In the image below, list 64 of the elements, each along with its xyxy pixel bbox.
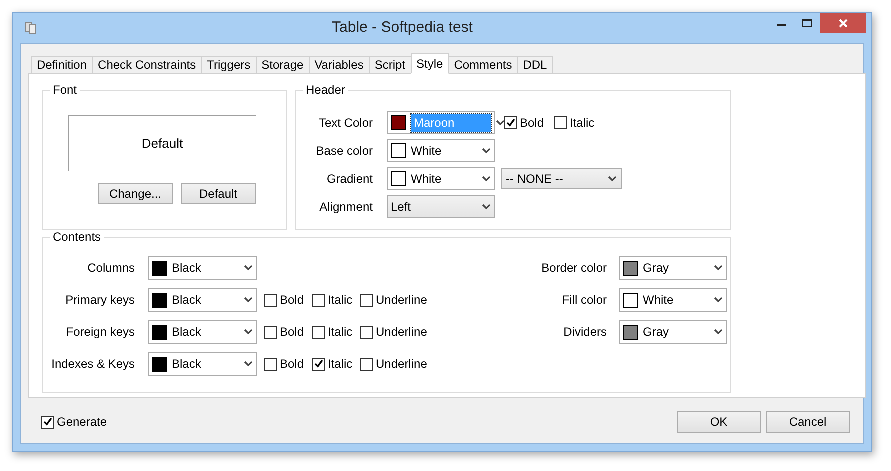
chevron-icon (482, 204, 491, 210)
field-label: Base color (315, 142, 373, 160)
field-label: Gradient (326, 170, 373, 188)
dropdown[interactable]: -- NONE -- (501, 168, 622, 189)
field-label: Indexes & Keys (50, 356, 135, 373)
color-dropdown[interactable]: Black (148, 256, 257, 280)
checkbox[interactable]: Italic (554, 114, 594, 132)
tab[interactable]: Script (368, 56, 412, 74)
color-dropdown[interactable]: White (387, 167, 495, 190)
tab[interactable]: Storage (256, 56, 310, 74)
color-dropdown[interactable]: Gray (619, 256, 727, 280)
color-dropdown[interactable]: White (619, 288, 727, 312)
group-title: Contents (50, 230, 104, 244)
field-label: Foreign keys (65, 324, 135, 341)
field-label: Columns (86, 260, 135, 277)
field-label: Border color (540, 260, 607, 277)
chevron-icon (608, 176, 617, 182)
window-title: Table - Softpedia test (331, 18, 474, 38)
checkbox[interactable]: Bold (264, 323, 308, 341)
color-dropdown[interactable]: Black (148, 352, 257, 376)
checkmark-icon (42, 417, 52, 427)
app-icon (25, 22, 37, 34)
chevron-icon (714, 329, 723, 335)
checkmark-icon (314, 359, 324, 369)
field-label: Fill color (561, 292, 607, 309)
chevron-icon (244, 329, 253, 335)
checkbox[interactable]: Bold (504, 114, 544, 132)
tab[interactable]: Triggers (201, 56, 257, 74)
checkmark-icon (506, 118, 516, 128)
checkbox[interactable]: Italic (312, 291, 356, 309)
tab[interactable]: Definition (31, 56, 94, 74)
checkbox[interactable]: Bold (264, 355, 308, 373)
color-dropdown[interactable]: Black (148, 288, 257, 312)
color-dropdown[interactable]: Black (148, 320, 257, 344)
push-button[interactable]: OK (677, 411, 761, 433)
close-icon (838, 18, 848, 28)
push-button[interactable]: Cancel (766, 411, 850, 433)
checkbox[interactable]: Italic (312, 355, 356, 373)
field-label: Alignment (318, 198, 373, 216)
chevron-icon (714, 297, 723, 303)
push-button[interactable]: Change... (98, 183, 173, 204)
checkbox[interactable]: Italic (312, 323, 356, 341)
field-label: Primary keys (64, 292, 135, 309)
group-title: Font (50, 83, 80, 97)
chevron-icon (482, 176, 491, 182)
chevron-icon (496, 120, 505, 126)
group-title: Header (303, 83, 348, 97)
tab[interactable]: Style (410, 53, 450, 74)
chevron-icon (244, 265, 253, 271)
chevron-icon (482, 148, 491, 154)
push-button[interactable]: Default (181, 183, 256, 204)
font-preview: Default (68, 115, 256, 171)
checkbox[interactable]: Generate (41, 413, 108, 431)
color-dropdown[interactable]: White (387, 139, 495, 162)
chevron-icon (244, 297, 253, 303)
dropdown[interactable]: Left (387, 195, 495, 218)
chevron-icon (714, 265, 723, 271)
color-dropdown[interactable]: Gray (619, 320, 727, 344)
chevron-icon (244, 361, 253, 367)
field-label: Text Color (318, 114, 373, 132)
field-label: Dividers (562, 324, 607, 341)
checkbox[interactable]: Bold (264, 291, 308, 309)
close-button[interactable] (820, 13, 866, 33)
tab[interactable]: DDL (517, 56, 554, 74)
